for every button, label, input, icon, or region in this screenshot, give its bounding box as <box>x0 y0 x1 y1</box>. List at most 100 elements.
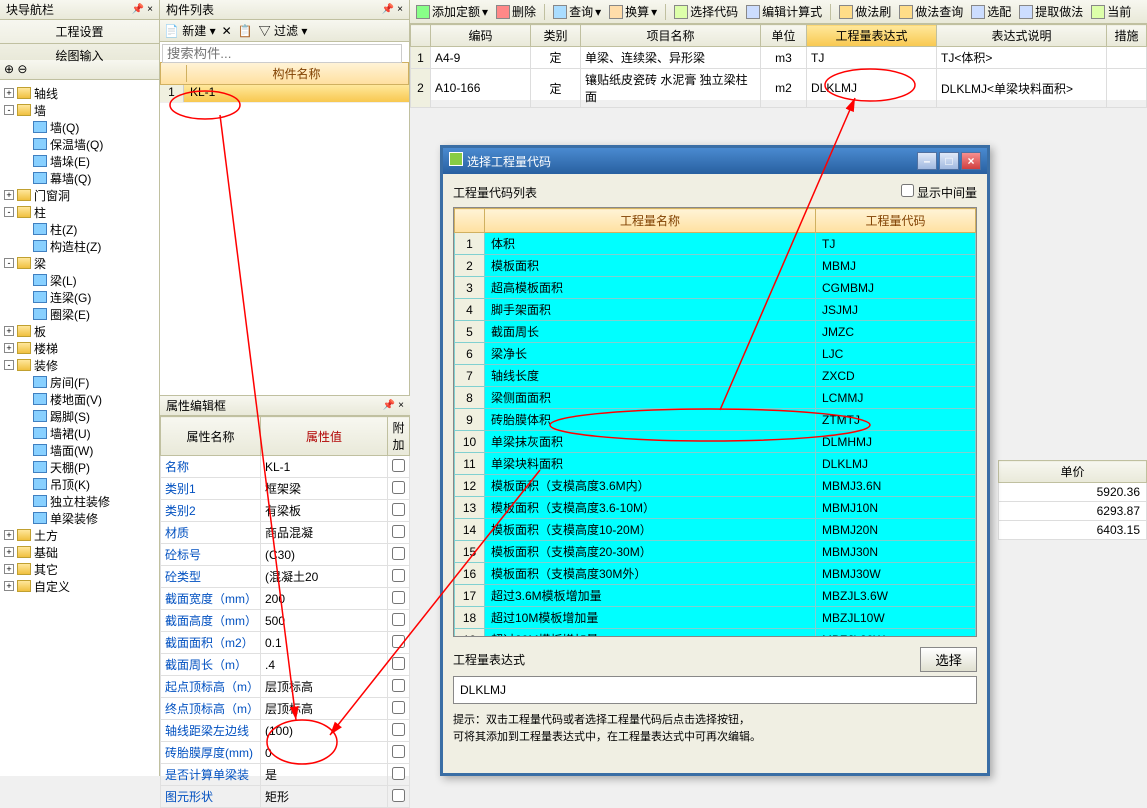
extra-checkbox[interactable] <box>392 569 405 582</box>
expander-icon[interactable]: + <box>4 581 14 591</box>
tree-node[interactable]: 保温墙(Q) <box>0 136 159 152</box>
code-row[interactable]: 11单梁块料面积DLKLMJ <box>455 453 976 475</box>
code-row[interactable]: 7轴线长度ZXCD <box>455 365 976 387</box>
tree-node[interactable]: -柱 <box>0 204 159 220</box>
convert-button[interactable]: 换算 ▾ <box>609 3 657 20</box>
extra-checkbox[interactable] <box>392 481 405 494</box>
expander-icon[interactable]: + <box>4 564 14 574</box>
tree-node[interactable]: 踢脚(S) <box>0 408 159 424</box>
expr-value[interactable]: DLKLMJ <box>453 676 977 704</box>
tree-node[interactable]: +楼梯 <box>0 340 159 356</box>
code-row[interactable]: 15模板面积（支模高度20-30M）MBMJ30N <box>455 541 976 563</box>
code-row[interactable]: 4脚手架面积JSJMJ <box>455 299 976 321</box>
brush-button[interactable]: 做法刷 <box>839 3 891 20</box>
code-row[interactable]: 14模板面积（支模高度10-20M）MBMJ20N <box>455 519 976 541</box>
tree-node[interactable]: 墙垛(E) <box>0 153 159 169</box>
close-button[interactable]: × <box>961 152 981 170</box>
code-row[interactable]: 10单梁抹灰面积DLMHMJ <box>455 431 976 453</box>
brush-query-button[interactable]: 做法查询 <box>899 3 963 20</box>
code-row[interactable]: 12模板面积（支模高度3.6M内）MBMJ3.6N <box>455 475 976 497</box>
tree-node[interactable]: 楼地面(V) <box>0 391 159 407</box>
extra-checkbox[interactable] <box>392 547 405 560</box>
maximize-button[interactable]: □ <box>939 152 959 170</box>
tree-node[interactable]: -梁 <box>0 255 159 271</box>
select-button[interactable]: 选择 <box>920 647 977 672</box>
tree-node[interactable]: +轴线 <box>0 85 159 101</box>
match-button[interactable]: 选配 <box>971 3 1011 20</box>
property-row[interactable]: 类别2有梁板 <box>161 500 410 522</box>
code-row[interactable]: 3超高模板面积CGMBMJ <box>455 277 976 299</box>
extra-checkbox[interactable] <box>392 723 405 736</box>
new-button[interactable]: 📄 新建 ▾ <box>164 22 216 39</box>
tree-node[interactable]: -装修 <box>0 357 159 373</box>
tree-node[interactable]: 墙(Q) <box>0 119 159 135</box>
extract-button[interactable]: 提取做法 <box>1019 3 1083 20</box>
extra-checkbox[interactable] <box>392 635 405 648</box>
extra-checkbox[interactable] <box>392 591 405 604</box>
component-row[interactable]: 1KL-1 <box>160 85 409 103</box>
delete-icon[interactable]: ✕ <box>222 24 232 38</box>
expander-icon[interactable]: + <box>4 547 14 557</box>
property-row[interactable]: 名称KL-1 <box>161 456 410 478</box>
code-row[interactable]: 2模板面积MBMJ <box>455 255 976 277</box>
property-row[interactable]: 终点顶标高（m）层顶标高 <box>161 698 410 720</box>
tree-node[interactable]: 天棚(P) <box>0 459 159 475</box>
expander-icon[interactable]: + <box>4 88 14 98</box>
code-row[interactable]: 6梁净长LJC <box>455 343 976 365</box>
property-row[interactable]: 截面周长（m）.4 <box>161 654 410 676</box>
tab-project-settings[interactable]: 工程设置 <box>0 20 159 44</box>
code-row[interactable]: 13模板面积（支模高度3.6-10M）MBMJ10N <box>455 497 976 519</box>
expander-icon[interactable]: - <box>4 258 14 268</box>
expander-icon[interactable]: + <box>4 530 14 540</box>
edit-expr-button[interactable]: 编辑计算式 <box>746 3 822 20</box>
tree-node[interactable]: 墙裙(U) <box>0 425 159 441</box>
tree-node[interactable]: +门窗洞 <box>0 187 159 203</box>
tree-node[interactable]: 梁(L) <box>0 272 159 288</box>
minimize-button[interactable]: – <box>917 152 937 170</box>
pin-icon[interactable]: 📌 × <box>383 400 404 411</box>
property-row[interactable]: 砖胎膜厚度(mm)0 <box>161 742 410 764</box>
expander-icon[interactable]: + <box>4 343 14 353</box>
code-row[interactable]: 16模板面积（支模高度30M外）MBMJ30W <box>455 563 976 585</box>
expander-icon[interactable]: - <box>4 360 14 370</box>
code-row[interactable]: 18超过10M模板增加量MBZJL10W <box>455 607 976 629</box>
property-row[interactable]: 砼类型(混凝土20 <box>161 566 410 588</box>
copy-icon[interactable]: 📋 <box>238 24 253 38</box>
property-row[interactable]: 是否计算单梁装是 <box>161 764 410 786</box>
add-quota-button[interactable]: 添加定额 ▾ <box>416 3 488 20</box>
filter-button[interactable]: ▽ 过滤 ▾ <box>259 22 308 39</box>
expander-icon[interactable]: - <box>4 105 14 115</box>
tree-collapse-icon[interactable]: ⊖ <box>17 62 27 76</box>
tree-expand-icon[interactable]: ⊕ <box>4 62 14 76</box>
extra-checkbox[interactable] <box>392 613 405 626</box>
expander-icon[interactable]: - <box>4 207 14 217</box>
property-row[interactable]: 轴线距梁左边线(100) <box>161 720 410 742</box>
tree-node[interactable]: 柱(Z) <box>0 221 159 237</box>
dialog-titlebar[interactable]: 选择工程量代码 – □ × <box>443 148 987 174</box>
extra-checkbox[interactable] <box>392 789 405 802</box>
property-row[interactable]: 图元形状矩形 <box>161 786 410 808</box>
tree-node[interactable]: +基础 <box>0 544 159 560</box>
expander-icon[interactable]: + <box>4 190 14 200</box>
extra-checkbox[interactable] <box>392 701 405 714</box>
extra-checkbox[interactable] <box>392 657 405 670</box>
property-row[interactable]: 截面高度（mm）500 <box>161 610 410 632</box>
expander-icon[interactable]: + <box>4 326 14 336</box>
query-button[interactable]: 查询 ▾ <box>553 3 601 20</box>
code-row[interactable]: 17超过3.6M模板增加量MBZJL3.6W <box>455 585 976 607</box>
pin-icon[interactable]: 📌 × <box>132 4 153 15</box>
code-row[interactable]: 1体积TJ <box>455 233 976 255</box>
property-row[interactable]: 类别1框架梁 <box>161 478 410 500</box>
tree-node[interactable]: +自定义 <box>0 578 159 594</box>
tree-node[interactable]: 连梁(G) <box>0 289 159 305</box>
tree-node[interactable]: 独立柱装修 <box>0 493 159 509</box>
code-row[interactable]: 9砖胎膜体积ZTMTJ <box>455 409 976 431</box>
property-row[interactable]: 起点顶标高（m）层顶标高 <box>161 676 410 698</box>
quota-row[interactable]: 2A10-166定镶贴纸皮瓷砖 水泥膏 独立梁柱面m2DLKLMJDLKLMJ<… <box>411 69 1147 108</box>
search-input[interactable] <box>162 44 402 63</box>
extra-checkbox[interactable] <box>392 745 405 758</box>
tree-node[interactable]: +土方 <box>0 527 159 543</box>
property-row[interactable]: 截面宽度（mm）200 <box>161 588 410 610</box>
tree-node[interactable]: 圈梁(E) <box>0 306 159 322</box>
current-button[interactable]: 当前 <box>1091 3 1131 20</box>
